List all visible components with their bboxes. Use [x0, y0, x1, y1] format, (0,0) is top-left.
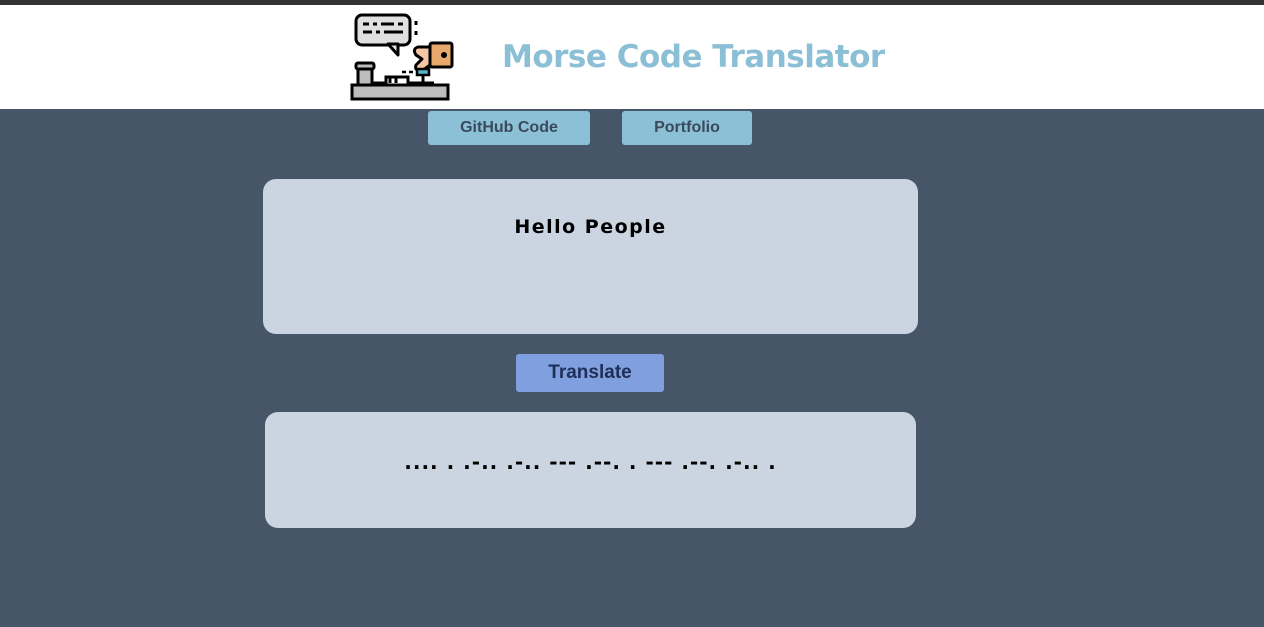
morse-telegraph-icon — [350, 13, 454, 101]
text-input-area[interactable]: Hello People — [263, 179, 918, 334]
morse-output-area: .... . .-.. .-.. --- .--. . --- .--. .-.… — [265, 412, 916, 528]
translate-button[interactable]: Translate — [516, 354, 664, 392]
app-title: Morse Code Translator — [502, 39, 885, 75]
github-code-button[interactable]: GitHub Code — [428, 111, 590, 145]
input-text: Hello People — [514, 216, 667, 238]
portfolio-button[interactable]: Portfolio — [622, 111, 752, 145]
morse-output-text: .... . .-.. .-.. --- .--. . --- .--. .-.… — [404, 450, 777, 474]
header: Morse Code Translator — [0, 5, 1264, 109]
